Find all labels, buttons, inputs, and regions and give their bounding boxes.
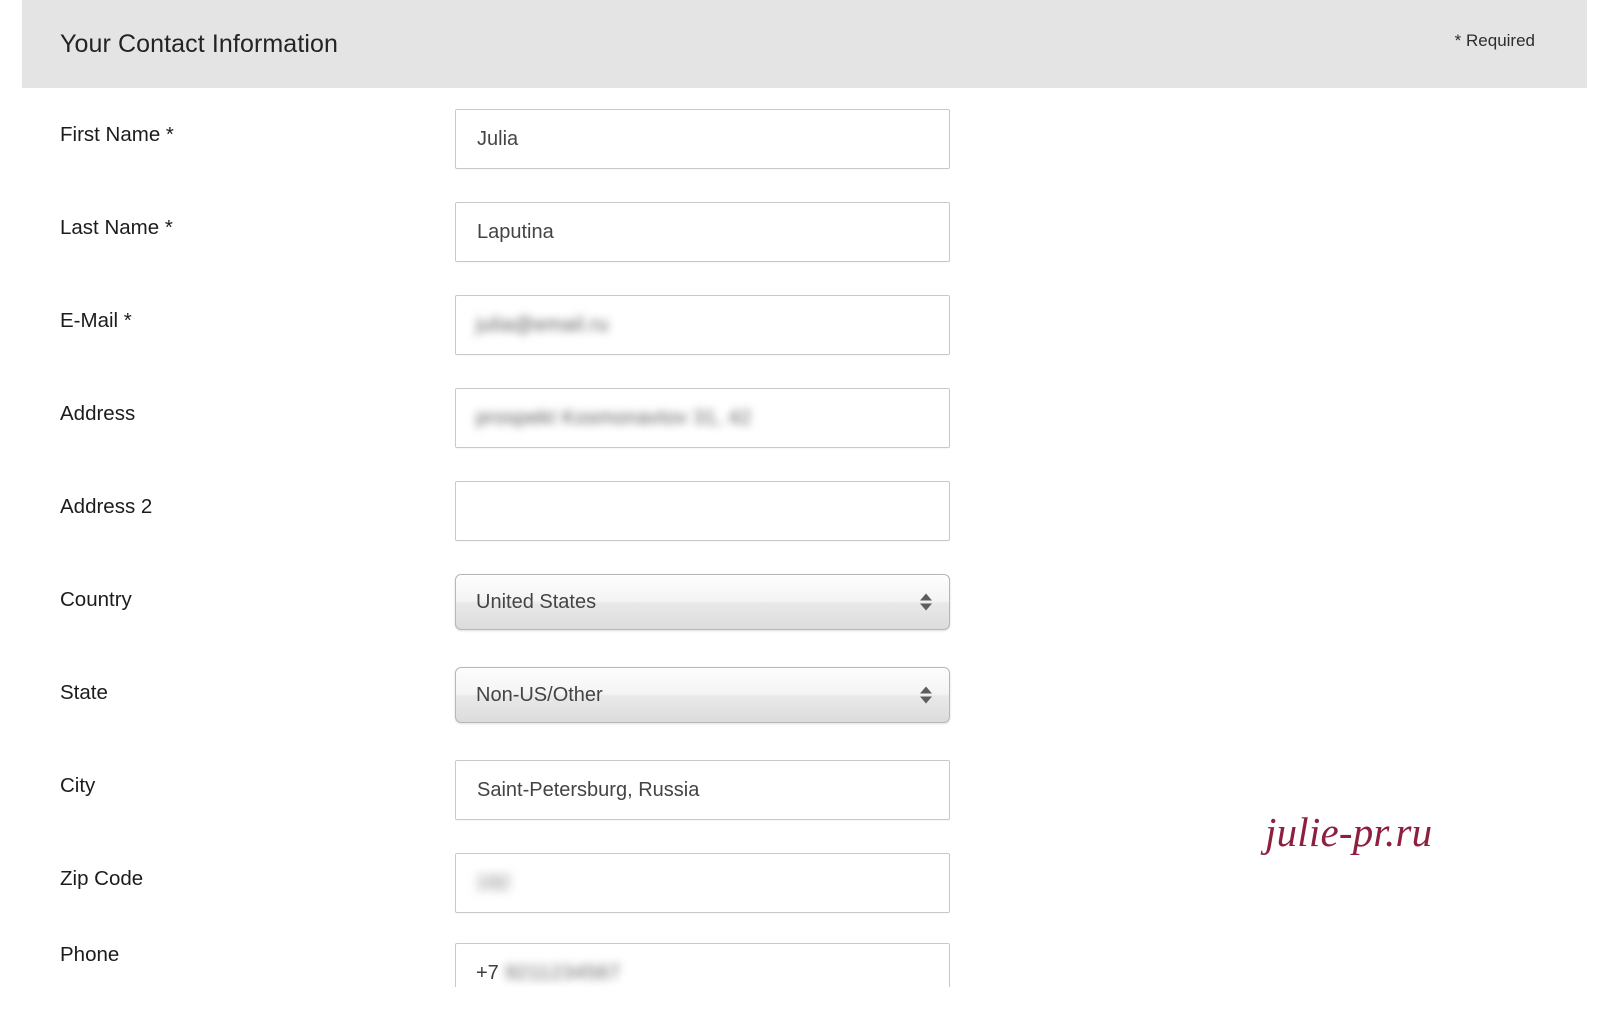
first-name-input[interactable]	[455, 109, 950, 169]
last-name-input[interactable]	[455, 202, 950, 262]
address-2-input[interactable]	[455, 481, 950, 541]
country-select-value: United States	[476, 590, 597, 613]
label-zip-code: Zip Code	[60, 866, 144, 890]
state-select-value: Non-US/Other	[476, 683, 603, 706]
control-phone: +7 9211234567	[455, 943, 950, 987]
control-state: Non-US/Other	[455, 667, 950, 723]
form-row-last-name: Last Name *	[0, 181, 1600, 274]
address-input[interactable]	[455, 388, 950, 448]
control-last-name	[455, 202, 950, 262]
control-country: United States	[455, 574, 950, 630]
form-row-address-2: Address 2	[0, 460, 1600, 553]
label-address-2: Address 2	[60, 494, 153, 518]
state-select[interactable]: Non-US/Other	[455, 667, 950, 723]
city-input[interactable]	[455, 760, 950, 820]
control-city	[455, 760, 950, 820]
label-phone: Phone	[60, 943, 120, 966]
updown-arrows-icon	[920, 686, 932, 704]
control-first-name	[455, 109, 950, 169]
label-first-name: First Name *	[60, 122, 174, 146]
control-address: prospekt Kosmonavtov 31, 42	[455, 388, 950, 448]
updown-arrows-icon	[920, 593, 932, 611]
site-watermark: julie-pr.ru	[1265, 809, 1433, 855]
form-row-address: Address prospekt Kosmonavtov 31, 42	[0, 367, 1600, 460]
phone-input[interactable]	[455, 943, 950, 987]
label-address: Address	[60, 401, 136, 425]
control-address-2	[455, 481, 950, 541]
arrow-down-icon	[920, 696, 932, 704]
required-legend: * Required	[1454, 30, 1535, 50]
control-zip-code: 192	[455, 853, 950, 913]
label-last-name: Last Name *	[60, 215, 173, 239]
label-city: City	[60, 773, 96, 797]
control-email: julia@email.ru	[455, 295, 950, 355]
form-row-country: Country United States	[0, 553, 1600, 646]
label-email: E-Mail *	[60, 308, 132, 332]
label-country: Country	[60, 587, 132, 611]
form-row-first-name: First Name *	[0, 88, 1600, 181]
country-select[interactable]: United States	[455, 574, 950, 630]
label-state: State	[60, 680, 108, 704]
arrow-up-icon	[920, 686, 932, 694]
arrow-up-icon	[920, 593, 932, 601]
email-input[interactable]	[455, 295, 950, 355]
zip-code-input[interactable]	[455, 853, 950, 913]
form-row-phone: Phone +7 9211234567	[0, 925, 1600, 987]
contact-information-page: Your Contact Information * Required Firs…	[0, 0, 1600, 1035]
form-row-state: State Non-US/Other	[0, 646, 1600, 739]
page-title: Your Contact Information	[60, 29, 339, 58]
form-row-email: E-Mail * julia@email.ru	[0, 274, 1600, 367]
arrow-down-icon	[920, 603, 932, 611]
section-header: Your Contact Information * Required	[22, 0, 1587, 88]
